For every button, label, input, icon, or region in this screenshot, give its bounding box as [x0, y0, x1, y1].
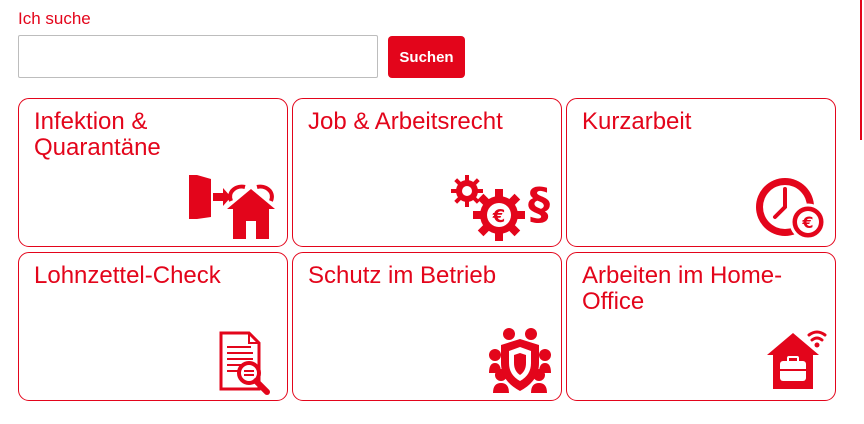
clock-euro-icon: € [753, 173, 829, 243]
gears-euro-paragraph-icon: € § [451, 173, 555, 241]
tile-title: Kurzarbeit [582, 108, 692, 135]
door-exit-home-icon [187, 173, 279, 241]
tile-job-arbeitsrecht[interactable]: Job & Arbeitsrecht € § [292, 98, 562, 247]
tile-title: Schutz im Betrieb [308, 262, 497, 289]
search-button[interactable]: Suchen [388, 36, 465, 78]
search-label: Ich suche [18, 9, 91, 28]
search-input[interactable] [18, 35, 378, 78]
group-shield-icon [487, 327, 555, 395]
svg-text:§: § [528, 179, 550, 230]
tile-lohnzettel-check[interactable]: Lohnzettel-Check [18, 252, 288, 401]
svg-text:€: € [801, 213, 813, 232]
tile-title: Infektion & Quarantäne [34, 108, 161, 161]
svg-text:€: € [492, 206, 506, 227]
tile-schutz-im-betrieb[interactable]: Schutz im Betrieb [292, 252, 562, 401]
home-office-briefcase-icon [765, 325, 829, 393]
tile-title: Lohnzettel-Check [34, 262, 221, 289]
tile-infektion-quarantaene[interactable]: Infektion & Quarantäne [18, 98, 288, 247]
tile-arbeiten-im-home-office[interactable]: Arbeiten im Home-Office [566, 252, 836, 401]
scrollbar[interactable] [860, 0, 862, 140]
tile-title: Arbeiten im Home-Office [582, 262, 783, 315]
tile-kurzarbeit[interactable]: Kurzarbeit € [566, 98, 836, 247]
tile-title: Job & Arbeitsrecht [308, 108, 503, 135]
document-magnifier-icon [219, 331, 271, 395]
